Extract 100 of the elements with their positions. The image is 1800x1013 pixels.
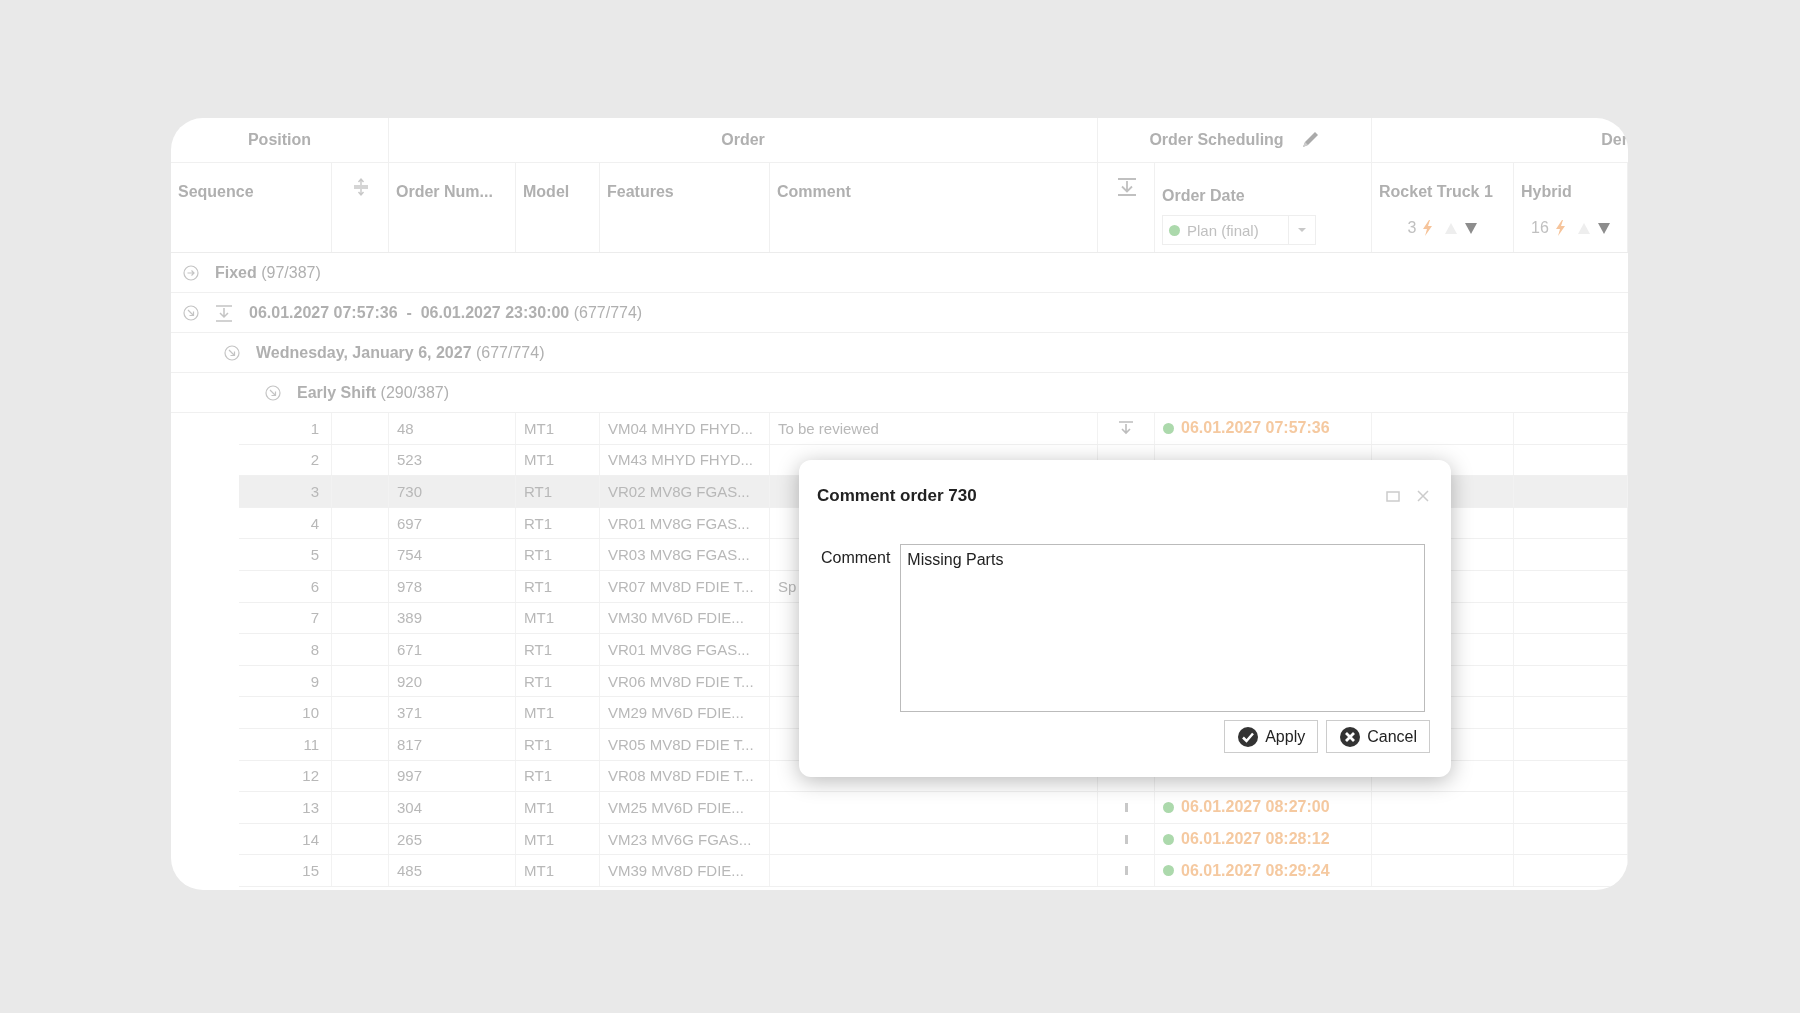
order-date: 06.01.2027 08:27:00 bbox=[1181, 798, 1330, 817]
collapse-icon[interactable] bbox=[265, 384, 281, 401]
table-cell: MT1 bbox=[516, 602, 600, 634]
table-cell: VR01 MV8G FGAS... bbox=[600, 507, 770, 539]
count-label: 3 bbox=[1407, 219, 1417, 237]
table-cell: RT1 bbox=[516, 539, 600, 570]
column-header[interactable]: Order Date bbox=[1162, 187, 1245, 205]
table-cell: 1 bbox=[239, 413, 332, 444]
status-dot-icon bbox=[1163, 422, 1174, 434]
lightning-icon bbox=[1422, 220, 1433, 236]
order-date: 06.01.2027 08:28:12 bbox=[1181, 830, 1330, 848]
table-cell: 8 bbox=[239, 634, 332, 665]
group-title: Fixed (97/387) bbox=[215, 263, 321, 282]
table-cell: VM04 MHYD FHYD... bbox=[600, 413, 770, 444]
dialog-title: Comment order 730 bbox=[817, 486, 978, 506]
table-cell: 523 bbox=[389, 444, 516, 476]
table-cell: RT1 bbox=[516, 665, 600, 697]
table-cell: 389 bbox=[389, 602, 516, 634]
split-icon[interactable] bbox=[352, 177, 369, 197]
group-title: Early Shift (290/387) bbox=[297, 383, 450, 402]
column-header[interactable]: Hybrid bbox=[1521, 183, 1572, 201]
table-cell: 2 bbox=[239, 444, 332, 476]
caret-icon bbox=[1297, 227, 1307, 233]
table-cell: VR06 MV8D FDIE T... bbox=[600, 665, 770, 697]
table-cell: 11 bbox=[239, 728, 332, 760]
down-triangle-icon[interactable] bbox=[1596, 221, 1611, 235]
table-cell: RT1 bbox=[516, 728, 600, 760]
table-cell: 15 bbox=[239, 855, 332, 886]
order-date: 06.01.2027 08:29:24 bbox=[1181, 861, 1330, 880]
table-cell: RT1 bbox=[516, 634, 600, 665]
status-dot-icon bbox=[1163, 833, 1174, 845]
pin-bottom-icon bbox=[215, 303, 233, 322]
status-dot-icon bbox=[1163, 865, 1174, 877]
column-header[interactable]: Features bbox=[607, 183, 674, 201]
comment-field[interactable]: Missing Parts bbox=[900, 544, 1426, 712]
table-cell: VR08 MV8D FDIE T... bbox=[600, 760, 770, 792]
table-cell: 754 bbox=[389, 539, 516, 570]
cancel-icon bbox=[1339, 725, 1362, 748]
table-cell: VM25 MV6D FDIE... bbox=[600, 792, 770, 823]
table-row[interactable]: 1 48 MT1 VM04 MHYD FHYD... To be reviewed 06.01.2027 07:57:36 bbox=[239, 413, 1628, 445]
table-cell: MT1 bbox=[516, 792, 600, 823]
table-row[interactable]: 14 265 MT1 VM23 MV6G FGAS... 06.01.2027 08:28:12 bbox=[239, 823, 1628, 856]
table-cell: 371 bbox=[389, 697, 516, 728]
table-cell: 10 bbox=[239, 697, 332, 728]
table-cell: 265 bbox=[389, 823, 516, 855]
table-cell: 817 bbox=[389, 728, 516, 760]
maximize-icon[interactable] bbox=[1386, 489, 1400, 503]
status-dot-icon bbox=[1163, 801, 1174, 813]
check-icon bbox=[1237, 725, 1260, 748]
column-group-header: Order Scheduling bbox=[1149, 131, 1284, 149]
table-cell: RT1 bbox=[516, 507, 600, 539]
table-cell: VM43 MHYD FHYD... bbox=[600, 444, 770, 476]
expand-icon[interactable] bbox=[183, 264, 199, 281]
table-cell: RT1 bbox=[516, 570, 600, 602]
table-cell: 920 bbox=[389, 665, 516, 697]
table-row[interactable]: 15 485 MT1 VM39 MV8D FDIE... 06.01.2027 08:29:24 bbox=[239, 855, 1628, 887]
lightning-icon bbox=[1554, 220, 1565, 236]
cancel-button[interactable]: Cancel bbox=[1326, 720, 1430, 753]
table-cell: MT1 bbox=[516, 855, 600, 886]
table-cell: 485 bbox=[389, 855, 516, 886]
table-cell: VM29 MV6D FDIE... bbox=[600, 697, 770, 728]
table-cell: MT1 bbox=[516, 823, 600, 855]
table-row[interactable]: 13 304 MT1 VM25 MV6D FDIE... 06.01.2027 08:27:00 bbox=[239, 792, 1628, 824]
table-cell: MT1 bbox=[516, 413, 600, 444]
down-triangle-icon[interactable] bbox=[1464, 221, 1479, 235]
table-cell: 671 bbox=[389, 634, 516, 665]
count-label: 16 bbox=[1531, 219, 1549, 237]
column-header[interactable]: Rocket Truck 1 bbox=[1379, 183, 1493, 201]
table-cell: To be reviewed bbox=[770, 413, 1098, 444]
table-cell: VM23 MV6G FGAS... bbox=[600, 823, 770, 855]
plan-dropdown[interactable]: Plan (final) bbox=[1162, 215, 1316, 245]
comment-label: Comment bbox=[821, 548, 891, 568]
column-header[interactable]: Model bbox=[523, 183, 570, 201]
table-cell: 13 bbox=[239, 792, 332, 823]
pin-bottom-icon[interactable] bbox=[1116, 177, 1137, 197]
column-header[interactable]: Order Num... bbox=[396, 183, 493, 201]
table-cell: 5 bbox=[239, 539, 332, 570]
close-icon[interactable] bbox=[1417, 490, 1429, 502]
table-cell: 48 bbox=[389, 413, 516, 444]
table-cell: VR07 MV8D FDIE T... bbox=[600, 570, 770, 602]
table-cell: 997 bbox=[389, 760, 516, 792]
collapse-icon[interactable] bbox=[183, 304, 199, 321]
table-cell: VR05 MV8D FDIE T... bbox=[600, 728, 770, 760]
column-group-header: Position bbox=[247, 131, 312, 149]
table-cell: RT1 bbox=[516, 760, 600, 792]
table-cell: 14 bbox=[239, 823, 332, 855]
apply-button[interactable]: Apply bbox=[1224, 720, 1319, 753]
column-header[interactable]: Sequence bbox=[178, 183, 254, 201]
collapse-icon[interactable] bbox=[224, 344, 240, 361]
table-cell: 304 bbox=[389, 792, 516, 823]
table-cell: VR01 MV8G FGAS... bbox=[600, 634, 770, 665]
column-group-header: Der bbox=[1601, 131, 1628, 149]
column-group-header: Order bbox=[721, 131, 765, 149]
table-cell: 4 bbox=[239, 507, 332, 539]
table-cell: 12 bbox=[239, 760, 332, 792]
group-title: 06.01.2027 07:57:36 - 06.01.2027 23:30:00 (677/774) bbox=[249, 303, 643, 322]
table-cell: MT1 bbox=[516, 697, 600, 728]
table-cell: VM30 MV6D FDIE... bbox=[600, 602, 770, 634]
column-header[interactable]: Comment bbox=[777, 183, 851, 201]
table-cell: VM39 MV8D FDIE... bbox=[600, 855, 770, 886]
